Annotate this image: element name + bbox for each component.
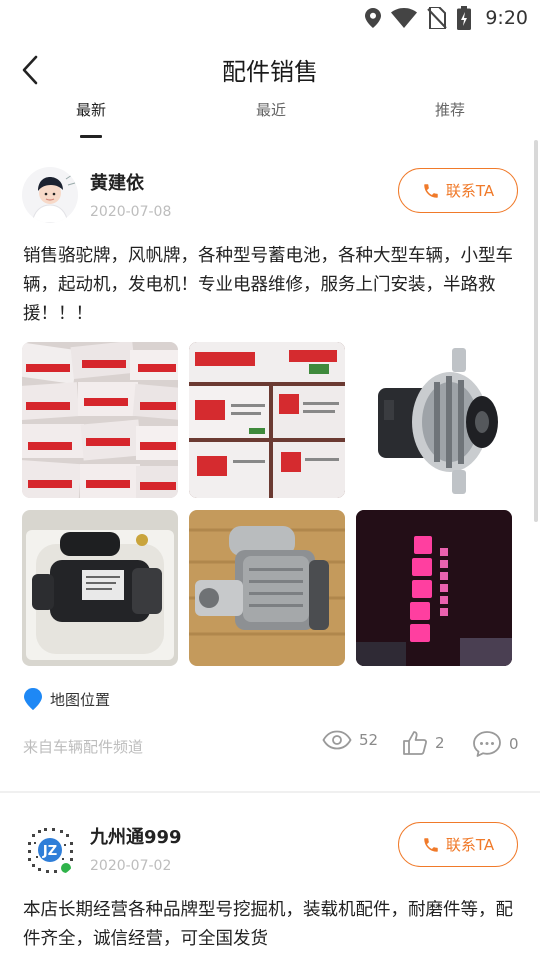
comment-bubble-icon: [473, 731, 501, 757]
qr-code-avatar-icon: JZ: [22, 822, 78, 878]
user-avatar-illustration-icon: [22, 167, 78, 223]
phone-icon: [424, 183, 438, 198]
tab-active-indicator: [80, 135, 102, 138]
username[interactable]: 九州通999: [90, 823, 182, 849]
like-button[interactable]: 2: [402, 730, 445, 756]
status-bar: 9:20: [0, 0, 540, 36]
app-header: 配件销售: [0, 42, 540, 96]
view-count-value: 52: [359, 731, 379, 749]
phone-icon: [424, 837, 438, 852]
contact-button[interactable]: 联系TA: [398, 168, 518, 213]
post-divider: [0, 791, 540, 793]
username[interactable]: 黄建依: [90, 169, 144, 195]
comment-button[interactable]: 0: [472, 730, 519, 758]
contact-button[interactable]: 联系TA: [398, 822, 518, 867]
starter-motor-image: [189, 510, 345, 666]
view-count: 52: [322, 730, 378, 750]
battery-boxes-image: [22, 342, 178, 498]
image-grid: [22, 342, 512, 666]
post-image[interactable]: [189, 342, 345, 498]
post-date: 2020-07-02: [90, 858, 172, 874]
neon-sign-image: [356, 510, 512, 666]
avatar[interactable]: [22, 167, 78, 223]
battery-boxes-image: [189, 342, 345, 498]
location-label: 地图位置: [50, 690, 111, 709]
post-image[interactable]: [22, 342, 178, 498]
post-content: 销售骆驼牌，风帆牌，各种型号蓄电池，各种大型车辆，小型车辆，起动机，发电机！专业…: [23, 246, 513, 324]
eye-icon: [322, 730, 352, 750]
tab-recent[interactable]: 最近: [231, 99, 311, 120]
thumbs-up-icon: [403, 731, 427, 755]
contact-label: 联系TA: [445, 182, 495, 200]
post-source: 来自车辆配件频道: [23, 738, 144, 756]
post-image[interactable]: [22, 510, 178, 666]
post-image[interactable]: [189, 510, 345, 666]
svg-text:JZ: JZ: [42, 844, 57, 859]
post-content: 本店长期经营各种品牌型号挖掘机，装载机配件，耐磨件等，配件齐全，诚信经营，可全国…: [23, 900, 513, 949]
post-date: 2020-07-08: [90, 204, 172, 220]
comment-count: 0: [509, 735, 519, 753]
status-icons: 9:20: [365, 6, 528, 30]
status-time: 9:20: [485, 7, 528, 29]
location-icon: [365, 8, 382, 28]
contact-label: 联系TA: [445, 836, 495, 854]
post-image[interactable]: [356, 510, 512, 666]
wifi-icon: [391, 8, 418, 28]
location-pin-icon: [24, 688, 42, 710]
battery-charging-icon: [457, 6, 472, 30]
location-link[interactable]: 地图位置: [24, 688, 110, 710]
tab-latest[interactable]: 最新: [51, 99, 131, 120]
no-sim-icon: [427, 7, 448, 29]
like-count: 2: [435, 734, 445, 752]
starter-motor-image: [22, 510, 178, 666]
page-title: 配件销售: [222, 58, 318, 86]
avatar[interactable]: JZ: [22, 822, 78, 878]
tab-recommended[interactable]: 推荐: [410, 99, 490, 120]
post-image[interactable]: [356, 342, 512, 498]
scrollbar[interactable]: [534, 140, 538, 522]
tab-bar: 最新 最近 推荐: [0, 96, 540, 140]
alternator-image: [356, 342, 512, 498]
